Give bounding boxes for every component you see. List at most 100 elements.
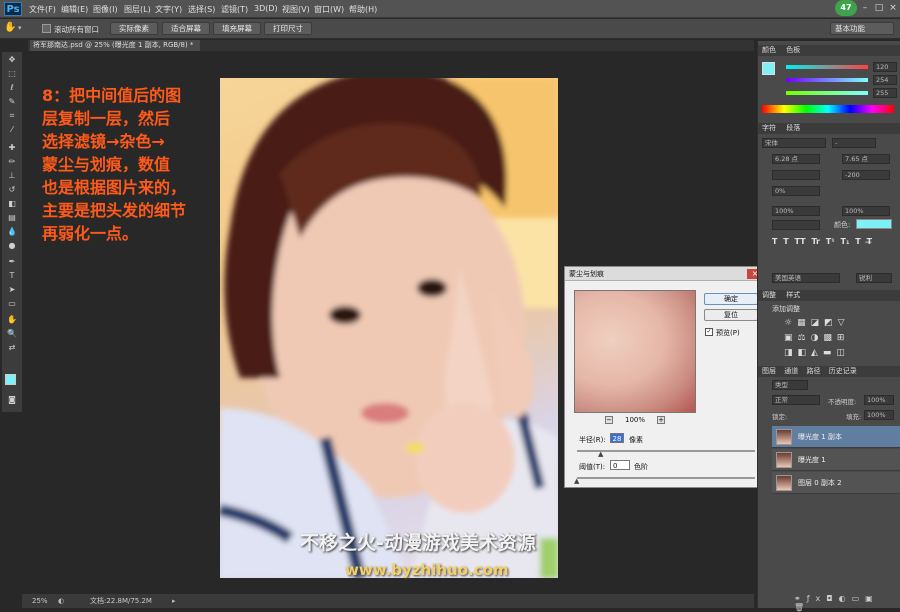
tab-paragraph[interactable]: 段落	[786, 124, 800, 132]
font-family-select[interactable]: 宋体	[762, 138, 826, 148]
language-select[interactable]: 美国英语	[772, 273, 840, 283]
fill-field[interactable]: 100%	[864, 410, 894, 420]
style-button[interactable]: T	[783, 237, 788, 246]
tab-styles[interactable]: 样式	[786, 291, 800, 299]
move-tool-icon[interactable]: ✥	[5, 54, 19, 66]
menu-filter[interactable]: 滤镜(T)	[221, 4, 248, 15]
tab-paths[interactable]: 路径	[806, 367, 820, 375]
tab-layers[interactable]: 图层	[762, 367, 776, 375]
lasso-tool-icon[interactable]: ℓ	[5, 82, 19, 94]
leading-field[interactable]: 7.65 点	[842, 154, 890, 164]
threshold-slider[interactable]	[577, 477, 755, 479]
layer-row[interactable]: 曝光度 1	[772, 449, 900, 471]
fit-screen-button[interactable]: 适合屏幕	[162, 22, 210, 35]
menu-view[interactable]: 视图(V)	[282, 4, 310, 15]
close-icon[interactable]: ×	[886, 2, 900, 14]
info-icon[interactable]: ◐	[58, 594, 64, 608]
fill-screen-button[interactable]: 填充屏幕	[213, 22, 261, 35]
opacity-field[interactable]: 100%	[864, 395, 894, 405]
tracking-field[interactable]: -200	[842, 170, 890, 180]
eyedropper-icon[interactable]: ⁄	[5, 124, 19, 136]
style-button[interactable]: T₁	[841, 237, 850, 246]
style-button[interactable]: T	[772, 237, 777, 246]
tab-history[interactable]: 历史记录	[829, 367, 857, 375]
blue-slider[interactable]	[786, 91, 868, 95]
blur-tool-icon[interactable]: 💧	[5, 226, 19, 238]
filter-preview[interactable]	[574, 290, 696, 413]
style-button[interactable]: T̶	[867, 237, 872, 246]
visibility-eye-icon[interactable]	[758, 472, 771, 494]
layer-row-selected[interactable]: 曝光度 1 副本	[772, 426, 900, 448]
menu-3d[interactable]: 3D(D)	[254, 4, 278, 13]
menu-type[interactable]: 文字(Y)	[155, 4, 182, 15]
kerning-field[interactable]	[772, 170, 820, 180]
ok-button[interactable]: 确定	[704, 293, 758, 305]
threshold-input[interactable]: 0	[610, 460, 630, 470]
style-button[interactable]: T¹	[826, 237, 835, 246]
style-button[interactable]: T	[855, 237, 860, 246]
chevron-down-icon[interactable]: ▾	[18, 24, 22, 32]
tab-adjustments[interactable]: 调整	[762, 291, 776, 299]
menu-file[interactable]: 文件(F)	[29, 4, 56, 15]
notification-badge[interactable]: 47	[835, 0, 857, 16]
tab-channels[interactable]: 通道	[784, 367, 798, 375]
radius-slider-thumb[interactable]: ▲	[598, 450, 603, 458]
quick-select-icon[interactable]: ✎	[5, 96, 19, 108]
healing-brush-icon[interactable]: ✚	[5, 142, 19, 154]
dodge-tool-icon[interactable]: ●	[5, 240, 19, 252]
baseline-field[interactable]	[772, 220, 820, 230]
font-style-select[interactable]: -	[832, 138, 876, 148]
adjustment-icons-row1[interactable]: ☼▦◪◩▽	[784, 318, 874, 330]
menu-help[interactable]: 帮助(H)	[349, 4, 377, 15]
type-style-buttons[interactable]: T T TT Tr T¹ T₁ T T̶	[772, 237, 898, 249]
scroll-all-checkbox[interactable]	[42, 24, 51, 33]
document-tab[interactable]: 将军那南达.psd @ 25% (曝光度 1 副本, RGB/8) *	[30, 40, 200, 51]
status-arrow-icon[interactable]: ▸	[172, 594, 176, 608]
path-select-icon[interactable]: ➤	[5, 284, 19, 296]
blend-mode-select[interactable]: 正常	[772, 395, 820, 405]
shape-tool-icon[interactable]: ▭	[5, 298, 19, 310]
layer-footer-icons[interactable]: ⚭ƒx◘◐▭▣🗑	[794, 594, 894, 612]
visibility-eye-icon[interactable]	[758, 449, 771, 471]
red-slider[interactable]	[786, 65, 868, 69]
preview-checkbox[interactable]: ✓	[705, 328, 713, 336]
foreground-color-swatch[interactable]	[5, 374, 16, 385]
menu-layer[interactable]: 图层(L)	[124, 4, 151, 15]
gradient-icon[interactable]: ▤	[5, 212, 19, 224]
minimize-icon[interactable]: –	[858, 2, 872, 14]
style-button[interactable]: TT	[795, 237, 806, 246]
menu-edit[interactable]: 编辑(E)	[61, 4, 88, 15]
adjustment-icons-row2[interactable]: ▣⚖◑▩⊞	[784, 333, 874, 345]
color-spectrum[interactable]	[762, 105, 894, 113]
workspace-select[interactable]: 基本功能	[830, 22, 894, 35]
crop-tool-icon[interactable]: ⌗	[5, 110, 19, 122]
type-tool-icon[interactable]: T	[5, 270, 19, 282]
visibility-eye-icon[interactable]	[758, 426, 771, 448]
menu-image[interactable]: 图像(I)	[93, 4, 118, 15]
style-button[interactable]: Tr	[811, 237, 820, 246]
zoom-tool-icon[interactable]: 🔍	[5, 328, 19, 340]
adjustment-icons-row3[interactable]: ◨◧◭▬◫	[784, 348, 874, 360]
text-color-swatch[interactable]	[856, 219, 892, 229]
tab-character[interactable]: 字符	[762, 124, 776, 132]
quick-mask-icon[interactable]: ◙	[5, 394, 19, 406]
font-size-field[interactable]: 6.28 点	[772, 154, 820, 164]
antialias-select[interactable]: 锐利	[856, 273, 892, 283]
layer-row[interactable]: 图层 0 副本 2	[772, 472, 900, 494]
history-brush-icon[interactable]: ↺	[5, 184, 19, 196]
green-value[interactable]: 254	[873, 75, 897, 85]
swap-colors-icon[interactable]: ⇄	[5, 342, 19, 354]
tab-swatches[interactable]: 色板	[786, 46, 800, 54]
brush-tool-icon[interactable]: ✏	[5, 156, 19, 168]
radius-slider[interactable]	[577, 450, 755, 452]
maximize-icon[interactable]: □	[872, 2, 886, 14]
marquee-tool-icon[interactable]: ⬚	[5, 68, 19, 80]
hand-tool-icon[interactable]: ✋	[4, 22, 16, 33]
layer-kind-filter[interactable]: 类型	[772, 380, 808, 390]
zoom-level[interactable]: 25%	[32, 594, 48, 608]
hand-tool-icon[interactable]: ✋	[5, 314, 19, 326]
blue-value[interactable]: 255	[873, 88, 897, 98]
horizontal-scale-field[interactable]: 100%	[842, 206, 890, 216]
tab-color[interactable]: 颜色	[762, 46, 776, 54]
scale-field[interactable]: 0%	[772, 186, 820, 196]
